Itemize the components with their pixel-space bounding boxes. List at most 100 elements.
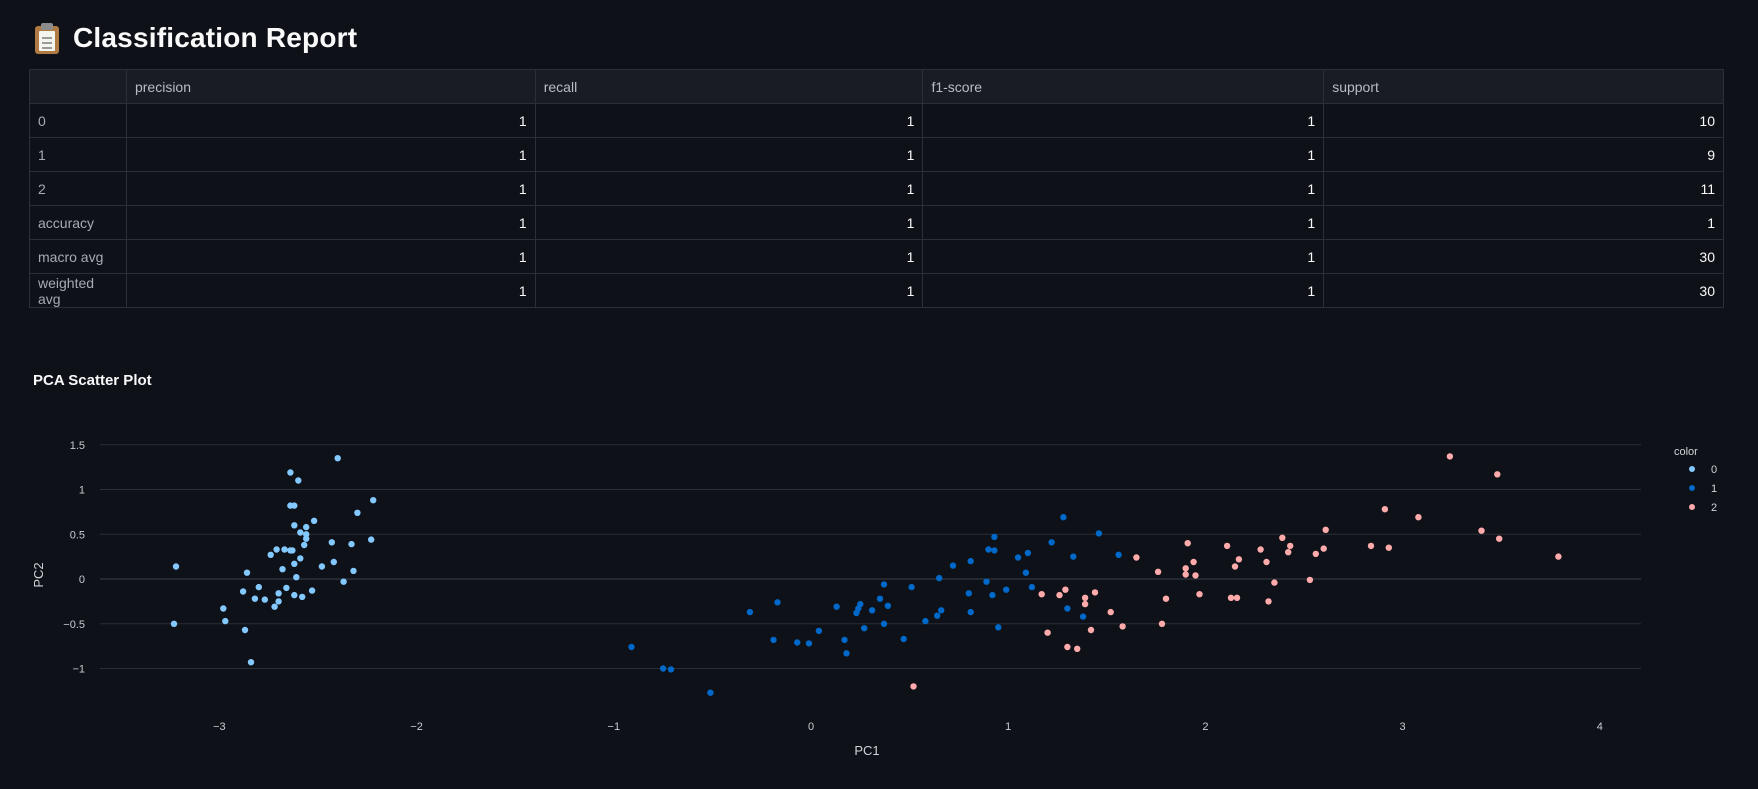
data-point-class-1[interactable] bbox=[995, 624, 1002, 631]
row-label[interactable]: macro avg bbox=[29, 239, 127, 274]
data-point-class-1[interactable] bbox=[936, 574, 943, 582]
data-point-class-1[interactable] bbox=[1070, 553, 1077, 560]
data-point-class-2[interactable] bbox=[1265, 598, 1272, 605]
cell-support[interactable]: 11 bbox=[1323, 171, 1724, 206]
row-label[interactable]: weighted avg bbox=[29, 273, 127, 308]
data-point-class-0[interactable] bbox=[350, 567, 357, 575]
cell-recall[interactable]: 1 bbox=[534, 273, 924, 308]
data-point-class-0[interactable] bbox=[293, 574, 300, 581]
data-point-class-1[interactable] bbox=[746, 608, 754, 616]
column-header-index[interactable] bbox=[29, 69, 127, 104]
data-point-class-1[interactable] bbox=[1115, 551, 1122, 558]
data-point-class-0[interactable] bbox=[297, 529, 304, 536]
data-point-class-1[interactable] bbox=[965, 590, 972, 597]
data-point-class-0[interactable] bbox=[220, 605, 227, 612]
cell-precision[interactable]: 1 bbox=[125, 273, 536, 308]
data-point-class-2[interactable] bbox=[1285, 549, 1292, 556]
data-point-class-0[interactable] bbox=[239, 588, 247, 595]
data-point-class-0[interactable] bbox=[275, 598, 282, 605]
cell-recall[interactable]: 1 bbox=[534, 171, 924, 206]
data-point-class-0[interactable] bbox=[287, 469, 294, 476]
data-point-class-0[interactable] bbox=[328, 539, 335, 546]
cell-support[interactable]: 1 bbox=[1323, 205, 1724, 240]
data-point-class-1[interactable] bbox=[1095, 530, 1103, 537]
cell-support[interactable]: 9 bbox=[1323, 137, 1724, 172]
legend[interactable]: color 0 1 2 bbox=[1674, 446, 1717, 514]
data-point-class-1[interactable] bbox=[1003, 586, 1010, 593]
legend-marker[interactable] bbox=[1689, 504, 1695, 510]
data-point-class-2[interactable] bbox=[1074, 645, 1081, 652]
data-point-class-1[interactable] bbox=[949, 562, 957, 569]
data-point-class-0[interactable] bbox=[291, 560, 298, 567]
data-point-class-1[interactable] bbox=[908, 583, 915, 591]
legend-marker[interactable] bbox=[1689, 485, 1695, 491]
data-point-class-0[interactable] bbox=[295, 477, 302, 484]
data-point-class-2[interactable] bbox=[1367, 542, 1375, 550]
data-point-class-2[interactable] bbox=[1231, 563, 1239, 570]
data-point-class-1[interactable] bbox=[774, 599, 781, 606]
data-point-class-2[interactable] bbox=[1038, 591, 1045, 598]
data-point-class-1[interactable] bbox=[841, 636, 848, 644]
data-point-class-2[interactable] bbox=[1478, 527, 1485, 534]
data-point-class-1[interactable] bbox=[989, 591, 996, 599]
data-point-class-2[interactable] bbox=[1087, 626, 1095, 634]
classification-report-table[interactable]: precision recall f1-score support 0 1 1 … bbox=[29, 69, 1724, 308]
data-point-class-1[interactable] bbox=[815, 627, 823, 635]
data-point-class-0[interactable] bbox=[267, 551, 274, 558]
column-header-precision[interactable]: precision bbox=[125, 69, 536, 104]
data-point-class-2[interactable] bbox=[910, 683, 917, 690]
data-point-class-1[interactable] bbox=[1079, 613, 1087, 620]
data-point-class-2[interactable] bbox=[1062, 586, 1069, 593]
data-point-class-0[interactable] bbox=[291, 522, 298, 529]
data-point-class-2[interactable] bbox=[1494, 471, 1501, 478]
data-point-class-1[interactable] bbox=[1060, 514, 1067, 521]
data-point-class-0[interactable] bbox=[291, 502, 298, 509]
data-point-class-0[interactable] bbox=[301, 541, 308, 549]
data-point-class-1[interactable] bbox=[991, 547, 998, 554]
data-point-class-2[interactable] bbox=[1496, 535, 1503, 542]
data-point-class-1[interactable] bbox=[1048, 539, 1055, 546]
data-point-class-1[interactable] bbox=[967, 608, 974, 616]
data-point-class-0[interactable] bbox=[297, 555, 304, 562]
data-point-class-2[interactable] bbox=[1192, 572, 1199, 579]
cell-precision[interactable]: 1 bbox=[125, 137, 536, 172]
data-point-class-0[interactable] bbox=[283, 584, 290, 592]
cell-precision[interactable]: 1 bbox=[125, 205, 536, 240]
data-point-class-2[interactable] bbox=[1271, 579, 1278, 586]
data-point-class-2[interactable] bbox=[1322, 526, 1329, 533]
data-point-class-1[interactable] bbox=[1022, 569, 1030, 576]
legend-marker[interactable] bbox=[1689, 466, 1695, 472]
data-point-class-0[interactable] bbox=[299, 593, 306, 601]
data-point-class-1[interactable] bbox=[857, 600, 864, 608]
data-point-class-1[interactable] bbox=[833, 603, 840, 610]
cell-recall[interactable]: 1 bbox=[534, 137, 924, 172]
legend-label[interactable]: 1 bbox=[1711, 483, 1717, 495]
cell-support[interactable]: 30 bbox=[1323, 273, 1724, 308]
data-point-class-1[interactable] bbox=[707, 689, 714, 696]
data-point-class-2[interactable] bbox=[1381, 506, 1389, 513]
data-point-class-1[interactable] bbox=[967, 557, 974, 565]
data-point-class-2[interactable] bbox=[1107, 608, 1114, 616]
data-point-class-1[interactable] bbox=[659, 665, 667, 672]
cell-f1-score[interactable]: 1 bbox=[922, 239, 1325, 274]
data-point-class-1[interactable] bbox=[938, 607, 945, 614]
data-point-class-2[interactable] bbox=[1056, 591, 1063, 599]
data-point-class-0[interactable] bbox=[241, 626, 249, 634]
data-point-class-1[interactable] bbox=[667, 666, 675, 673]
data-point-class-2[interactable] bbox=[1081, 600, 1089, 608]
cell-f1-score[interactable]: 1 bbox=[922, 137, 1325, 172]
data-point-class-2[interactable] bbox=[1555, 553, 1562, 560]
data-point-class-2[interactable] bbox=[1081, 594, 1089, 601]
data-point-class-0[interactable] bbox=[368, 536, 375, 543]
column-header-recall[interactable]: recall bbox=[534, 69, 924, 104]
data-point-class-0[interactable] bbox=[334, 455, 341, 462]
data-point-class-1[interactable] bbox=[1014, 554, 1022, 561]
data-point-class-0[interactable] bbox=[251, 595, 259, 602]
column-header-support[interactable]: support bbox=[1323, 69, 1724, 104]
data-point-class-1[interactable] bbox=[1024, 549, 1032, 557]
column-header-f1-score[interactable]: f1-score bbox=[922, 69, 1325, 104]
cell-support[interactable]: 10 bbox=[1323, 103, 1724, 138]
legend-label[interactable]: 0 bbox=[1711, 464, 1717, 476]
data-point-class-2[interactable] bbox=[1182, 571, 1189, 578]
data-point-class-1[interactable] bbox=[1064, 605, 1071, 612]
